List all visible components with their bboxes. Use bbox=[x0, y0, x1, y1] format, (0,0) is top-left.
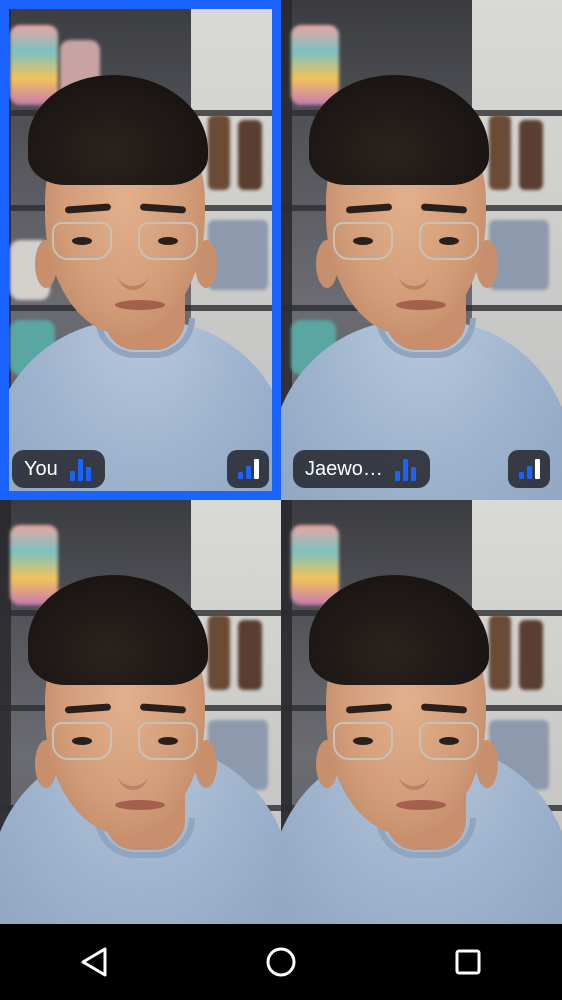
video-tile-self[interactable]: You bbox=[0, 0, 281, 500]
video-tile-remote[interactable] bbox=[0, 500, 281, 924]
audio-level-icon bbox=[394, 457, 416, 481]
recents-button[interactable] bbox=[438, 932, 498, 992]
recents-square-icon bbox=[455, 949, 481, 975]
home-circle-icon bbox=[266, 947, 296, 977]
back-triangle-icon bbox=[81, 947, 107, 977]
participant-name: You bbox=[24, 457, 58, 480]
video-feed bbox=[281, 0, 562, 500]
network-signal-icon bbox=[508, 450, 550, 488]
back-button[interactable] bbox=[64, 932, 124, 992]
participant-name: Jaewo… bbox=[305, 457, 383, 480]
video-tile-remote[interactable] bbox=[281, 500, 562, 924]
participant-name-chip: Jaewo… bbox=[293, 450, 430, 488]
home-button[interactable] bbox=[251, 932, 311, 992]
network-signal-icon bbox=[227, 450, 269, 488]
video-feed bbox=[0, 0, 281, 500]
video-tile-remote[interactable]: Jaewo… bbox=[281, 0, 562, 500]
video-feed bbox=[281, 500, 562, 924]
video-grid: You Jaewo… bbox=[0, 0, 562, 924]
audio-level-icon bbox=[69, 457, 91, 481]
participant-name-chip: You bbox=[12, 450, 105, 488]
video-feed bbox=[0, 500, 281, 924]
system-navigation-bar bbox=[0, 924, 562, 1000]
